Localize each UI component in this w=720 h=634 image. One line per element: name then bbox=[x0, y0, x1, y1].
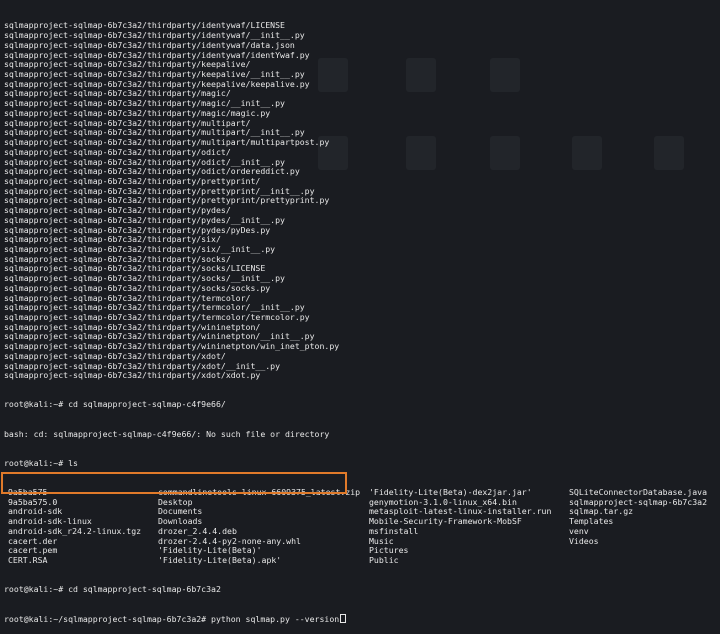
ls-entry: genymotion-3.1.0-linux_x64.bin bbox=[369, 496, 517, 507]
ls-row: cacert.pem 'Fidelity-Lite(Beta)' Pictures bbox=[4, 546, 720, 556]
command-highlight-box bbox=[1, 472, 347, 494]
command-line: root@kali:~# ls bbox=[4, 457, 78, 468]
ls-entry bbox=[569, 556, 719, 566]
ls-row: cacert.der drozer-2.4.4-py2-none-any.whl M… bbox=[4, 535, 720, 547]
ls-row: android-sdk-linux Downloads Mobile-Securit… bbox=[4, 516, 720, 527]
archive-listing: sqlmapproject-sqlmap-6b7c3a2/thirdparty/… bbox=[4, 21, 720, 381]
ls-row: android-sdk Documents metasploit-latest-li… bbox=[4, 507, 720, 517]
ls-entry: CERT.RSA bbox=[8, 554, 48, 565]
ls-entry: android-sdk-linux bbox=[8, 516, 92, 527]
ls-entry: Music bbox=[369, 535, 394, 546]
terminal-output[interactable]: sqlmapproject-sqlmap-6b7c3a2/thirdparty/… bbox=[4, 2, 720, 634]
ls-entry: android-sdk_r24.2-linux.tgz bbox=[8, 525, 142, 536]
ls-entry: msfinstall bbox=[369, 525, 419, 536]
ls-entry: Downloads bbox=[158, 516, 203, 527]
ls-entry: android-sdk bbox=[8, 506, 63, 517]
ls-entry: cacert.der bbox=[8, 535, 58, 546]
ls-entry: drozer_2.4.4.deb bbox=[158, 525, 237, 536]
ls-entry: cacert.pem bbox=[8, 545, 58, 556]
ls-entry: 9a5ba575.0 bbox=[8, 496, 58, 507]
ls-entry: Templates bbox=[569, 516, 614, 527]
ls-row: 9a5ba575.0 Desktop genymotion-3.1.0-linux_… bbox=[4, 496, 720, 508]
text-cursor bbox=[340, 614, 347, 624]
ls-entry: Documents bbox=[158, 506, 203, 517]
ls-entry: sqlmapproject-sqlmap-6b7c3a2 bbox=[569, 496, 708, 507]
command-line: root@kali:~# cd sqlmapproject-sqlmap-6b7… bbox=[4, 584, 221, 595]
ls-entry: 'Fidelity-Lite(Beta).apk' bbox=[158, 554, 282, 565]
ls-entry bbox=[569, 546, 719, 556]
ls-row: android-sdk_r24.2-linux.tgz drozer_2.4.4.… bbox=[4, 525, 720, 537]
active-prompt[interactable]: root@kali:~/sqlmapproject-sqlmap-6b7c3a2… bbox=[4, 614, 720, 624]
ls-entry: Desktop bbox=[158, 496, 193, 507]
ls-entry: Mobile-Security-Framework-MobSF bbox=[369, 516, 522, 527]
ls-entry: venv bbox=[569, 525, 589, 536]
listing-line: sqlmapproject-sqlmap-6b7c3a2/thirdparty/… bbox=[4, 370, 261, 381]
error-message: bash: cd: sqlmapproject-sqlmap-c4f9e66/:… bbox=[4, 428, 330, 439]
command-line: root@kali:~# cd sqlmapproject-sqlmap-c4f… bbox=[4, 399, 226, 410]
ls-entry: Videos bbox=[569, 535, 599, 546]
ls-entry: Public bbox=[369, 554, 399, 565]
ls-entry: metasploit-latest-linux-installer.run bbox=[369, 506, 552, 517]
ls-entry: 'Fidelity-Lite(Beta)' bbox=[158, 545, 262, 556]
ls-entry: sqlmap.tar.gz bbox=[569, 506, 634, 517]
command-line: root@kali:~/sqlmapproject-sqlmap-6b7c3a2… bbox=[4, 614, 340, 625]
ls-entry: drozer-2.4.4-py2-none-any.whl bbox=[158, 535, 301, 546]
ls-output: 9a5ba575 commandlinetools-linux-6609375_l… bbox=[4, 487, 720, 566]
ls-row: CERT.RSA 'Fidelity-Lite(Beta).apk' Public bbox=[4, 554, 720, 566]
ls-entry: Pictures bbox=[369, 545, 409, 556]
